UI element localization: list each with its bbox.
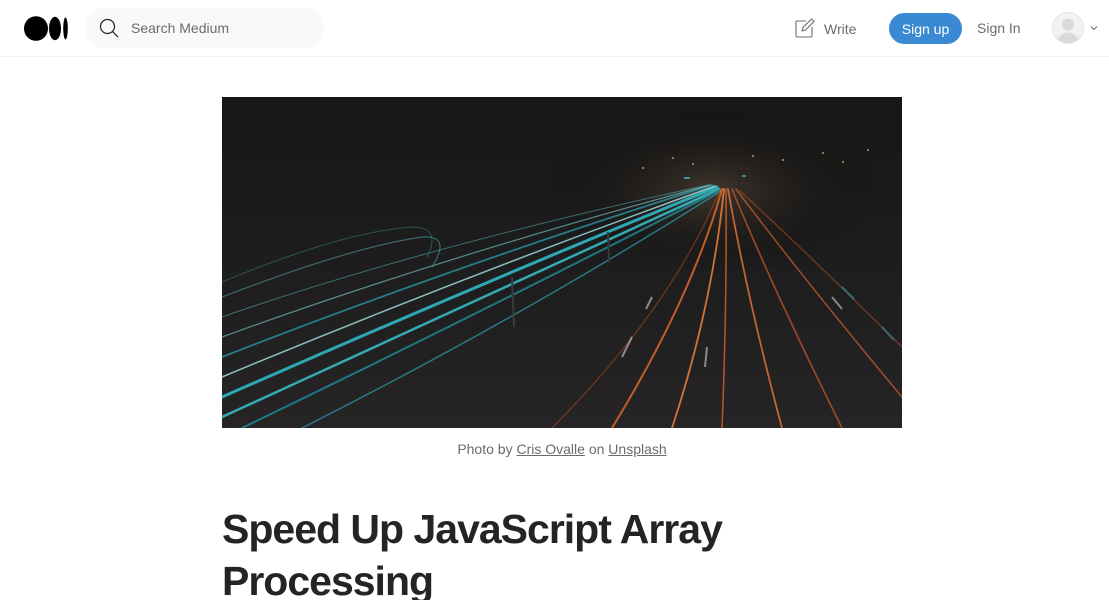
hero-image xyxy=(222,97,902,428)
sign-in-link[interactable]: Sign In xyxy=(977,20,1021,36)
top-navigation-bar: Write Sign up Sign In xyxy=(0,0,1109,57)
write-icon xyxy=(795,18,815,38)
caption-middle: on xyxy=(584,441,609,457)
hero-caption: Photo by Cris Ovalle on Unsplash xyxy=(222,441,902,457)
search-icon xyxy=(99,18,119,38)
write-button[interactable]: Write xyxy=(793,16,856,42)
highway-light-trails-photo xyxy=(222,97,902,428)
chevron-down-icon xyxy=(1090,26,1098,31)
caption-prefix: Photo by xyxy=(457,441,517,457)
user-menu[interactable] xyxy=(1052,12,1098,44)
article-title: Speed Up JavaScript Array Processing xyxy=(222,506,723,600)
caption-author-link[interactable]: Cris Ovalle xyxy=(516,441,584,457)
medium-logo-icon[interactable] xyxy=(24,16,69,41)
search-input[interactable] xyxy=(131,8,311,48)
avatar xyxy=(1052,12,1084,44)
sign-up-button[interactable]: Sign up xyxy=(889,13,962,44)
search-box xyxy=(85,8,324,48)
caption-source-link[interactable]: Unsplash xyxy=(608,441,666,457)
write-label: Write xyxy=(824,21,857,37)
avatar-icon xyxy=(1057,18,1079,43)
